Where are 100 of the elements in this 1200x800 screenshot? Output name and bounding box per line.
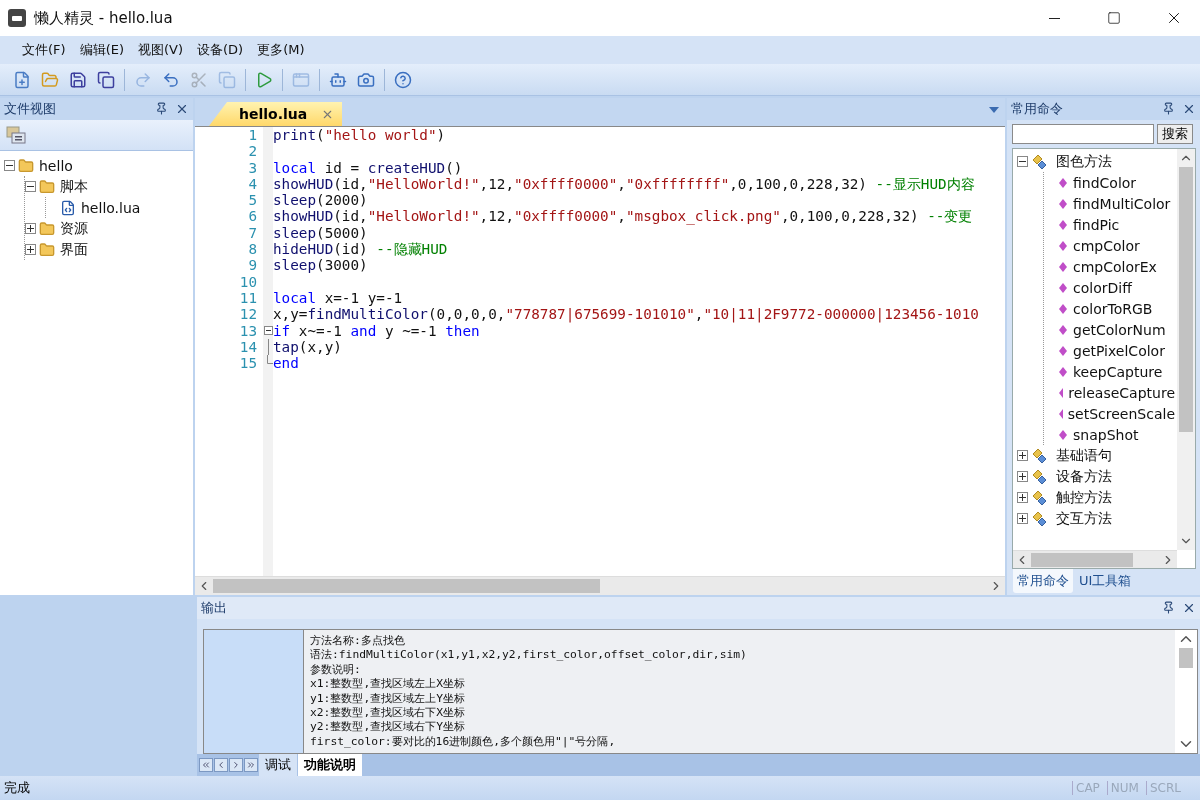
menu-item[interactable]: 设备(D)	[191, 38, 250, 62]
fold-toggle[interactable]	[264, 326, 273, 336]
menu-item[interactable]: 编辑(E)	[73, 38, 130, 62]
output-line: x1:整数型,查找区域左上X坐标	[310, 677, 466, 692]
output-tab[interactable]: 功能说明	[298, 754, 362, 776]
panel-title: 文件视图	[4, 100, 57, 118]
tree-item[interactable]: 基础语句	[1054, 446, 1114, 465]
output-line: x2:整数型,查找区域右下X坐标	[310, 706, 466, 721]
window-title: 懒人精灵 - hello.lua	[34, 8, 174, 28]
method-icon	[1058, 365, 1068, 378]
first-icon	[201, 760, 211, 770]
last-icon	[246, 760, 256, 770]
method-icon	[1058, 302, 1068, 315]
collapse-toggle[interactable]	[4, 160, 15, 171]
code-line: showHUD(id,"HelloWorld!",12,"0xffff0000","msgbox_click.png",0,100,0,228,32) --变更	[273, 208, 974, 225]
folder-icon	[39, 220, 55, 237]
scrollbar-thumb[interactable]	[1031, 553, 1134, 567]
tree-item[interactable]: getPixelColor	[1071, 342, 1167, 359]
scrollbar-thumb[interactable]	[1179, 648, 1193, 668]
tree-item[interactable]: cmpColor	[1071, 237, 1142, 254]
line-number: 15	[238, 355, 258, 372]
code-line: sleep(5000)	[273, 224, 369, 242]
line-number: 4	[247, 175, 258, 193]
previous-icon	[216, 760, 226, 770]
output-line: y2:整数型,查找区域右下Y坐标	[310, 720, 466, 735]
output-line: 参数说明:	[310, 662, 362, 678]
panel-tab[interactable]: 常用命令	[1013, 569, 1073, 593]
line-number: 13	[238, 322, 258, 339]
search-field[interactable]	[1012, 124, 1154, 144]
code-line: local id = createHUD()	[273, 159, 464, 176]
next-tab-button[interactable]	[229, 758, 243, 772]
panel-tab[interactable]: UI工具箱	[1075, 569, 1136, 593]
previous-tab-button[interactable]	[214, 758, 228, 772]
output-line: y1:整数型,查找区域左上Y坐标	[310, 691, 466, 707]
tree-item[interactable]: findPic	[1071, 216, 1122, 233]
search-button[interactable]: 搜索	[1157, 124, 1193, 144]
line-number: 11	[238, 289, 258, 307]
tree-item[interactable]: keepCapture	[1071, 363, 1165, 380]
expand-toggle[interactable]	[25, 244, 36, 255]
line-number: 10	[238, 273, 258, 290]
code-line: showHUD(id,"HelloWorld!",12,"0xffff0000","0xffffffff",0,100,0,228,32) --显示HUD内容	[273, 175, 976, 193]
tree-item[interactable]: releaseCapture	[1066, 384, 1177, 401]
tree-item[interactable]: setScreenScale	[1065, 405, 1177, 422]
status-indicator: CAP	[1072, 781, 1103, 795]
code-line: local x=-1 y=-1	[273, 289, 404, 307]
expand-toggle[interactable]	[1017, 492, 1028, 503]
tree-item[interactable]: findColor	[1071, 174, 1139, 191]
line-number: 9	[247, 257, 258, 274]
tree-item[interactable]: hello.lua	[79, 199, 143, 216]
tree-item[interactable]: 触控方法	[1054, 488, 1114, 507]
scrollbar-thumb[interactable]	[213, 579, 600, 593]
tree-item[interactable]: cmpColorEx	[1071, 258, 1159, 275]
output-tab[interactable]: 调试	[259, 754, 297, 776]
tree-item[interactable]: 图色方法	[1054, 152, 1114, 171]
tree-item[interactable]: 设备方法	[1054, 467, 1114, 486]
document-tab[interactable]: hello.lua	[209, 102, 343, 126]
method-icon	[1058, 218, 1068, 231]
output-line: 方法名称:多点找色	[310, 634, 406, 649]
method-icon	[1058, 197, 1068, 210]
menu-item[interactable]: 视图(V)	[132, 38, 190, 62]
method-icon	[1058, 176, 1068, 189]
tree-item[interactable]: snapShot	[1071, 426, 1141, 443]
line-number: 14	[238, 338, 258, 356]
line-number: 5	[247, 192, 258, 209]
folder-icon	[39, 178, 55, 195]
tree-item[interactable]: 脚本	[58, 177, 90, 196]
method-icon	[1058, 386, 1064, 399]
folder-icon	[18, 157, 34, 174]
tree-item[interactable]: 界面	[58, 240, 90, 259]
scrollbar-thumb[interactable]	[1179, 167, 1193, 432]
line-number: 2	[247, 143, 258, 160]
fold-end	[267, 355, 273, 365]
tree-item[interactable]: 交互方法	[1054, 509, 1114, 528]
maximize-icon	[1107, 11, 1121, 25]
close-icon[interactable]	[1182, 601, 1196, 615]
tree-item[interactable]: 资源	[58, 219, 90, 238]
tree-item[interactable]: findMultiColor	[1071, 195, 1173, 212]
collapse-toggle[interactable]	[25, 181, 36, 192]
tree-item[interactable]: getColorNum	[1071, 321, 1168, 338]
method-icon	[1058, 281, 1068, 294]
panel-title: 常用命令	[1011, 100, 1064, 118]
tree-item[interactable]: colorDiff	[1071, 279, 1134, 296]
pin-icon[interactable]	[155, 102, 169, 116]
menu-item[interactable]: 更多(M)	[251, 38, 311, 62]
expand-toggle[interactable]	[1017, 513, 1028, 524]
close-icon[interactable]	[175, 102, 189, 116]
dropdown-icon[interactable]	[989, 107, 999, 113]
tree-item[interactable]: hello	[37, 157, 75, 174]
pin-icon[interactable]	[1162, 102, 1176, 116]
tree-item[interactable]: colorToRGB	[1071, 300, 1155, 317]
output-line: first_color:要对比的16进制颜色,多个颜色用"|"号分隔,	[310, 734, 617, 750]
expand-toggle[interactable]	[1017, 450, 1028, 461]
properties-icon[interactable]	[6, 126, 26, 144]
pin-icon[interactable]	[1162, 601, 1176, 615]
close-icon[interactable]	[1182, 102, 1196, 116]
menu-item[interactable]: 文件(F)	[16, 38, 72, 62]
collapse-toggle[interactable]	[1017, 156, 1028, 167]
expand-toggle[interactable]	[25, 223, 36, 234]
expand-toggle[interactable]	[1017, 471, 1028, 482]
fold-line	[268, 338, 269, 356]
